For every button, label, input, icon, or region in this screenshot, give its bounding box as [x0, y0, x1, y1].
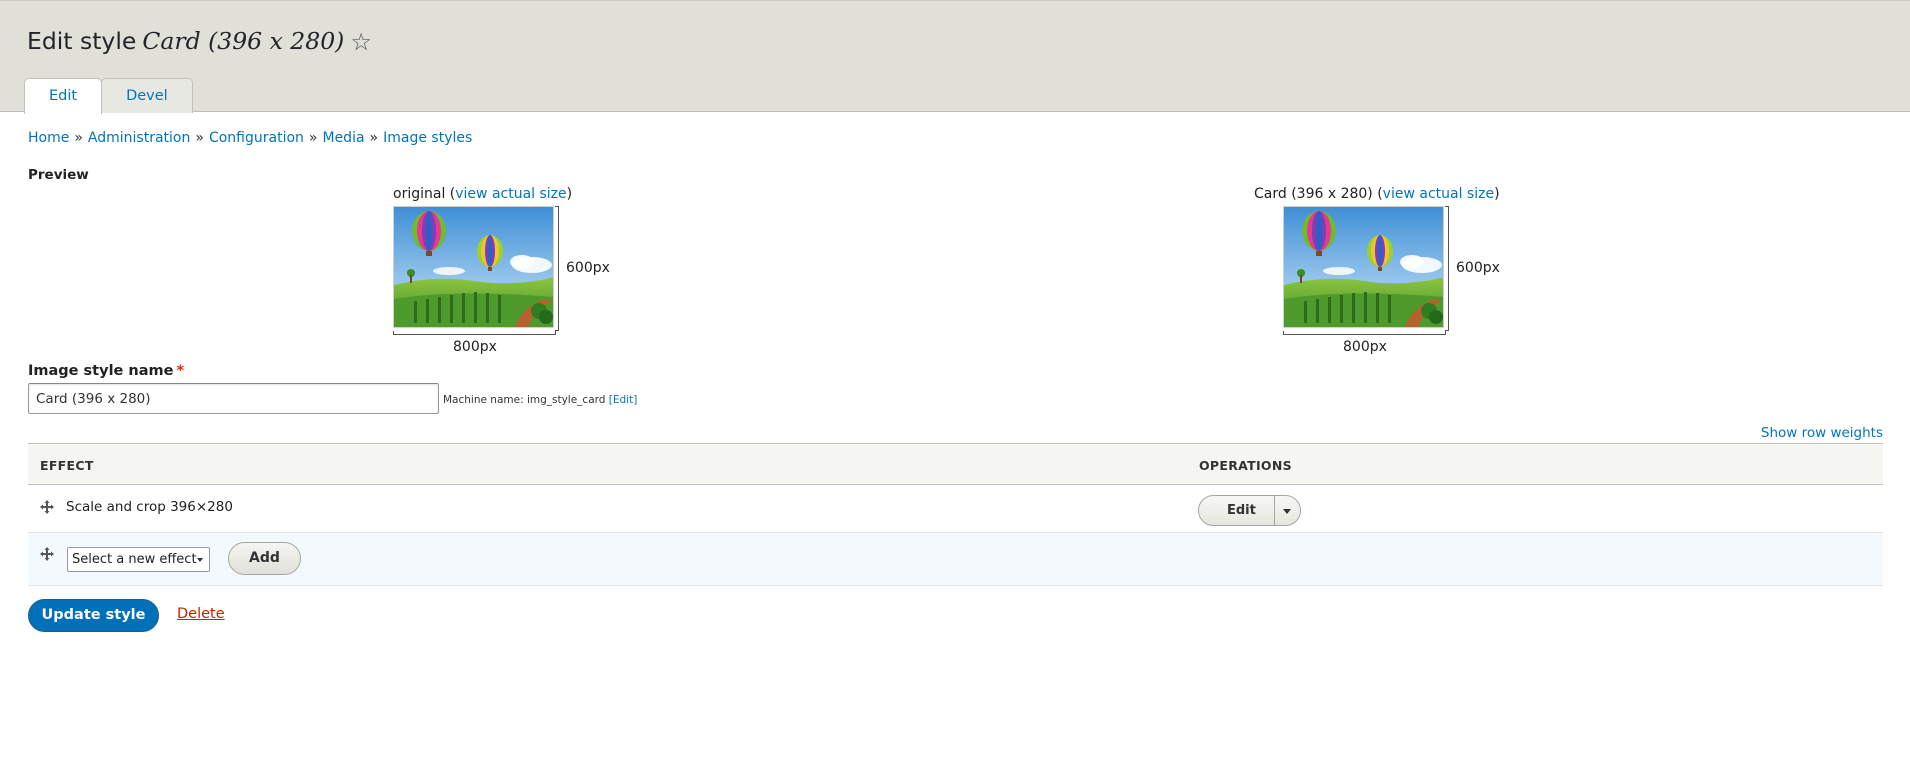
- preview-heading: Preview: [28, 167, 89, 183]
- column-header-operations: OPERATIONS: [1199, 458, 1292, 473]
- breadcrumb-separator: »: [308, 130, 318, 146]
- height-dimension-line: [555, 206, 559, 331]
- balloon-landscape-image: [394, 207, 553, 327]
- width-dimension-line: [393, 331, 556, 335]
- height-dimension-line: [1445, 206, 1449, 331]
- new-effect-select[interactable]: Select a new effect: [67, 547, 210, 572]
- view-actual-size-derivative-link[interactable]: view actual size: [1383, 186, 1494, 202]
- table-row: Scale and crop 396×280 Edit: [28, 485, 1883, 533]
- table-header: EFFECT OPERATIONS: [28, 443, 1883, 485]
- breadcrumb-home[interactable]: Home: [28, 130, 69, 146]
- preview-original-width: 800px: [453, 339, 497, 355]
- preview-derivative-image[interactable]: [1283, 206, 1444, 328]
- operations-toggle[interactable]: [1275, 496, 1300, 525]
- tab-devel[interactable]: Devel: [101, 78, 193, 113]
- view-actual-size-original-link[interactable]: view actual size: [455, 186, 566, 202]
- image-style-name-label-text: Image style name: [28, 363, 174, 379]
- preview-original-caption-suffix: ): [566, 186, 573, 202]
- add-effect-button[interactable]: Add: [228, 542, 301, 575]
- breadcrumb-separator: »: [369, 130, 379, 146]
- preview-derivative-width: 800px: [1343, 339, 1387, 355]
- chevron-down-icon: [1282, 509, 1291, 514]
- page-title: Edit style Card (396 x 280) ☆: [27, 27, 372, 56]
- required-marker: *: [176, 363, 185, 379]
- breadcrumb: Home» Administration» Configuration» Media»…: [28, 130, 472, 146]
- breadcrumb-media[interactable]: Media: [322, 130, 364, 146]
- drag-handle-icon[interactable]: [40, 547, 54, 561]
- preview-original: original (view actual size) 800px 600px: [393, 186, 633, 376]
- breadcrumb-separator: »: [74, 130, 83, 146]
- breadcrumb-separator: »: [195, 130, 204, 146]
- preview-derivative-caption: Card (396 x 280) (view actual size): [1254, 186, 1500, 202]
- new-effect-select-value: Select a new effect: [72, 552, 197, 567]
- width-dimension-line: [1283, 331, 1446, 335]
- page-title-prefix: Edit style: [27, 27, 137, 55]
- preview-original-caption: original (view actual size): [393, 186, 572, 202]
- column-header-effect: EFFECT: [40, 458, 94, 473]
- effects-table: EFFECT OPERATIONS Scale and crop 396×280…: [28, 443, 1883, 586]
- image-style-name-input[interactable]: [28, 383, 439, 414]
- primary-tabs: Edit Devel: [24, 78, 193, 114]
- machine-name: Machine name: img_style_card [Edit]: [443, 394, 637, 406]
- breadcrumb-administration[interactable]: Administration: [88, 130, 190, 146]
- star-icon[interactable]: ☆: [350, 28, 372, 56]
- drag-handle-icon[interactable]: [40, 500, 54, 514]
- edit-effect-button[interactable]: Edit: [1199, 496, 1275, 525]
- preview-original-height: 600px: [566, 260, 610, 276]
- machine-name-text: Machine name: img_style_card: [443, 394, 606, 406]
- table-row-new-effect: Select a new effect Add: [28, 533, 1883, 586]
- breadcrumb-configuration[interactable]: Configuration: [209, 130, 304, 146]
- tab-edit[interactable]: Edit: [24, 78, 103, 114]
- breadcrumb-image-styles[interactable]: Image styles: [383, 130, 472, 146]
- update-style-button[interactable]: Update style: [28, 599, 159, 632]
- effect-name: Scale and crop 396×280: [66, 499, 233, 515]
- page-header: Edit style Card (396 x 280) ☆ Edit Devel: [0, 0, 1910, 114]
- chevron-down-icon: [197, 558, 203, 562]
- show-row-weights-link[interactable]: Show row weights: [1761, 425, 1883, 441]
- preview-derivative-caption-prefix: Card (396 x 280) (: [1254, 186, 1383, 202]
- preview-derivative: Card (396 x 280) (view actual size) 800p…: [1254, 186, 1500, 376]
- page-title-style-name: Card (396 x 280): [142, 27, 345, 55]
- preview-derivative-caption-suffix: ): [1494, 186, 1500, 202]
- image-style-name-label: Image style name *: [28, 363, 184, 379]
- preview-original-image[interactable]: [393, 206, 554, 328]
- operations-dropbutton: Edit: [1198, 495, 1301, 526]
- delete-link[interactable]: Delete: [177, 606, 225, 622]
- machine-name-edit-link[interactable]: [Edit]: [609, 394, 638, 406]
- balloon-landscape-image: [1284, 207, 1443, 327]
- preview-original-caption-prefix: original (: [393, 186, 456, 202]
- preview-derivative-height: 600px: [1456, 260, 1500, 276]
